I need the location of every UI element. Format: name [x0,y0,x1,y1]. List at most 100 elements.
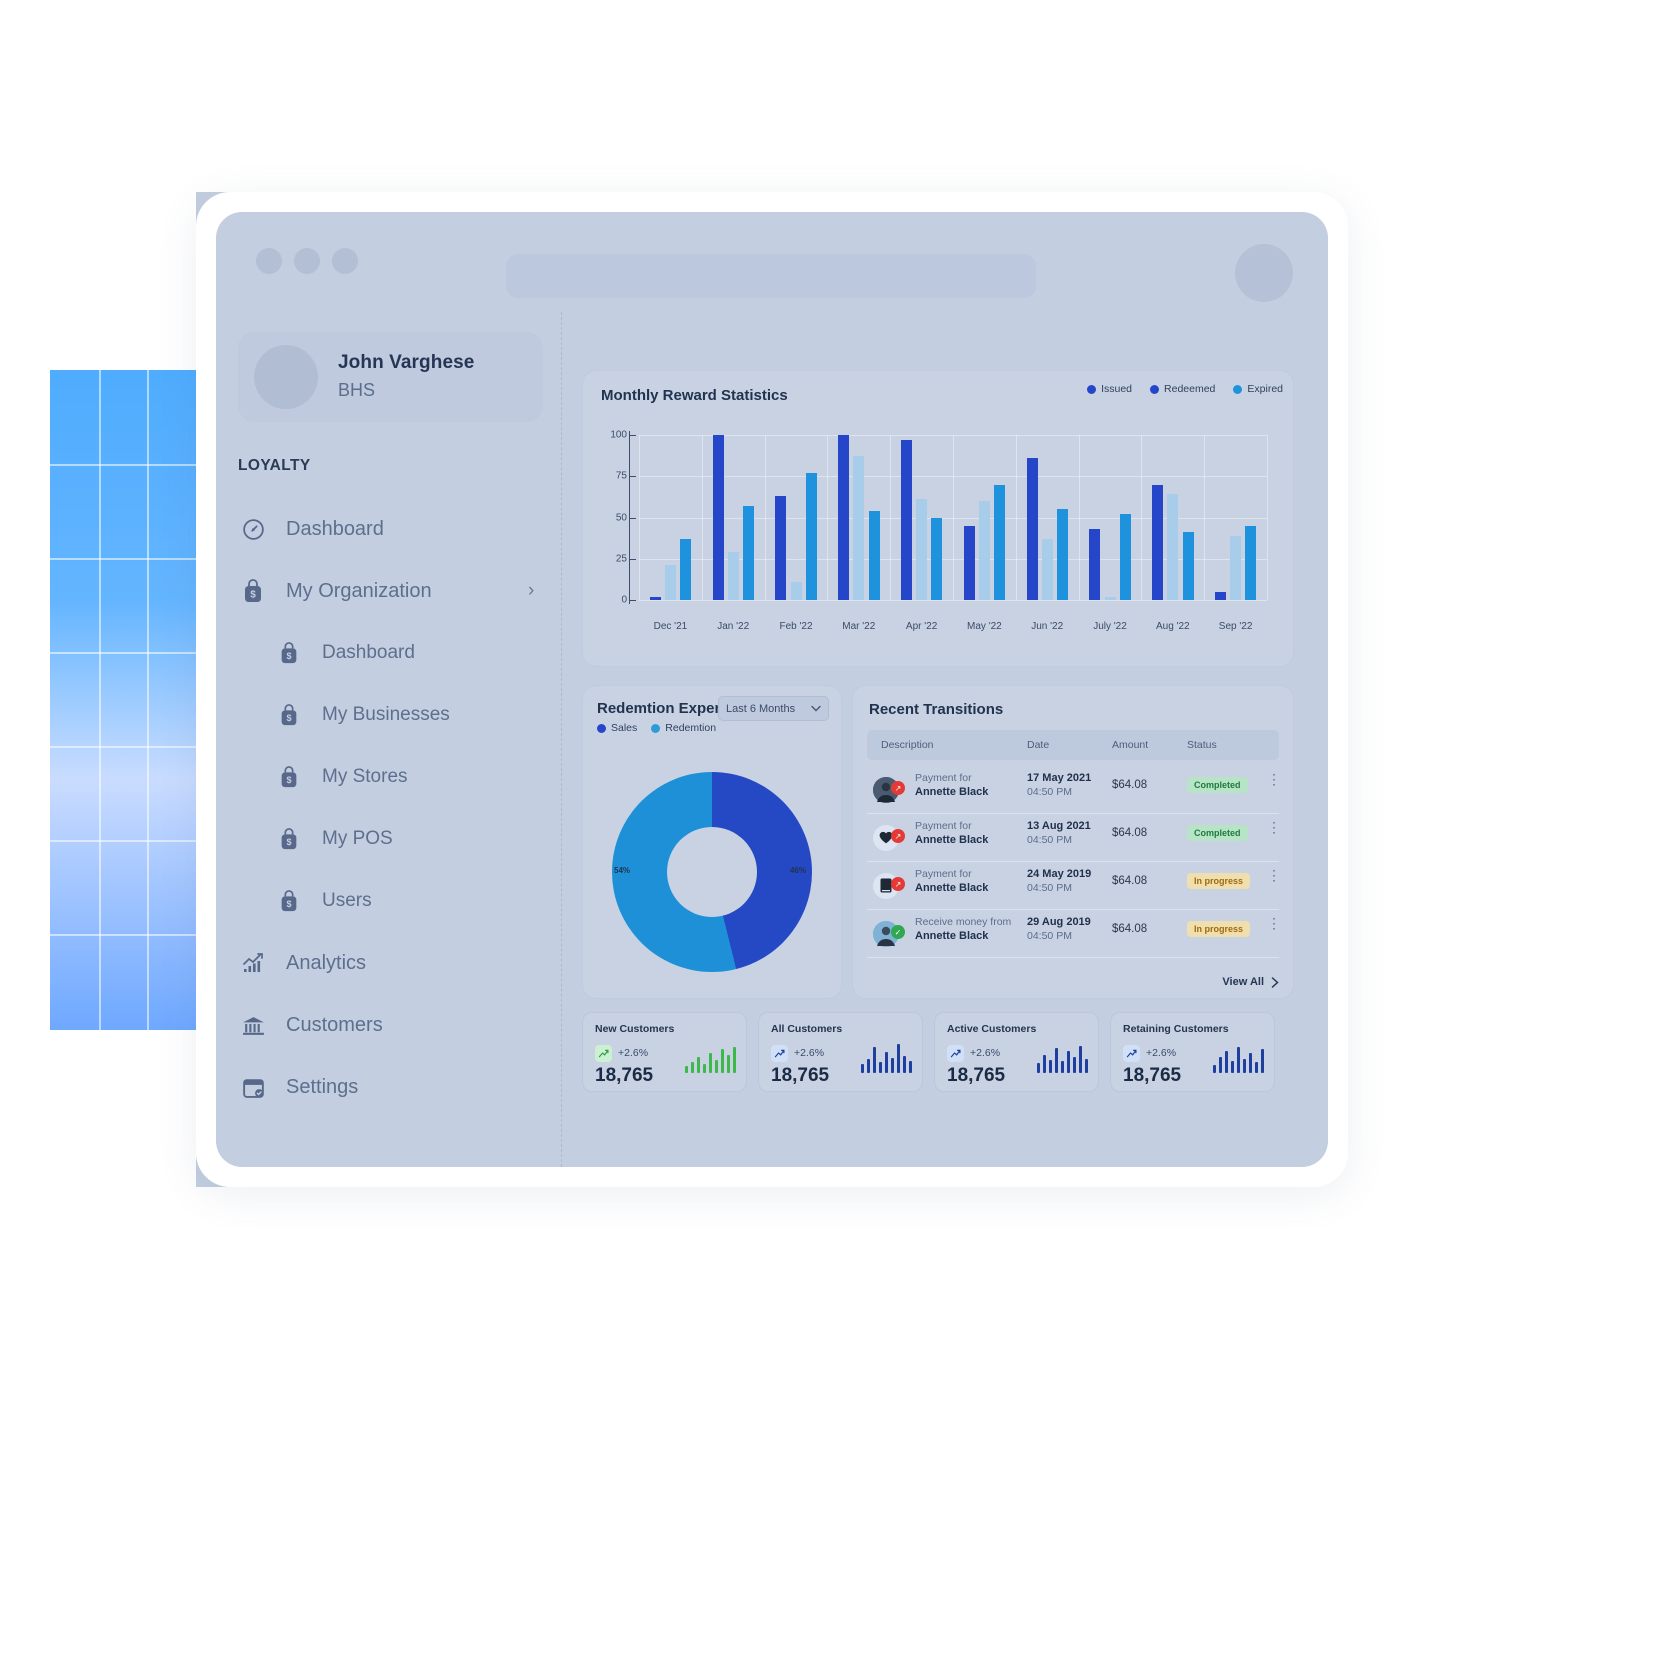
minimize-dot-icon[interactable] [294,248,320,274]
donut-label-redemtion: 54% [614,866,631,875]
sidebar-item-org-dashboard[interactable]: $ Dashboard [274,636,415,670]
bar[interactable] [1230,535,1242,600]
stat-card-retaining-customers[interactable]: Retaining Customers +2.6% 18,765 [1110,1012,1275,1092]
bar[interactable] [1026,458,1038,600]
table-row[interactable]: ✓ Receive money from Annette Black 29 Au… [867,910,1281,957]
row-more-menu[interactable]: ⋮ [1267,868,1281,882]
bar[interactable] [1119,514,1131,600]
bar[interactable] [1245,525,1257,600]
grid-line-h [50,934,196,936]
sidebar-item-dashboard[interactable]: Dashboard [238,512,384,546]
table-row[interactable]: ↗ Payment for Annette Black 24 May 2019 … [867,862,1281,909]
grid-line-v [147,370,150,1030]
sparkline [684,1041,736,1073]
bar[interactable] [1167,494,1179,600]
sidebar-item-label: Dashboard [322,642,415,663]
grid-line-v [890,435,892,600]
bar[interactable] [680,538,692,600]
bar[interactable] [853,456,865,600]
bar[interactable] [1152,484,1164,600]
sidebar-item-my-pos[interactable]: $ My POS [274,822,393,856]
stat-card-all-customers[interactable]: All Customers +2.6% 18,765 [758,1012,923,1092]
bar[interactable] [649,596,661,600]
bar[interactable] [664,565,676,600]
bar[interactable] [1182,532,1194,600]
sidebar-item-settings[interactable]: Settings [238,1070,358,1104]
bar[interactable] [994,484,1006,600]
bar[interactable] [1089,529,1101,600]
bar[interactable] [916,499,928,600]
sidebar-item-customers[interactable]: Customers [238,1008,383,1042]
grid-line [639,476,1267,478]
close-dot-icon[interactable] [256,248,282,274]
legend-item-redeemed[interactable]: Redeemed [1150,383,1215,395]
range-filter-select[interactable]: Last 6 Months [718,696,829,721]
row-description-top: Payment for [915,868,972,880]
address-bar[interactable] [506,254,1036,298]
row-amount: $64.08 [1112,827,1148,839]
sidebar-item-my-stores[interactable]: $ My Stores [274,760,408,794]
row-description-name: Annette Black [915,882,989,894]
sparkline [1036,1041,1088,1073]
view-all-button[interactable]: View All [1222,976,1279,988]
x-axis-tick: Jun '22 [1031,621,1064,632]
x-axis-tick: Jan '22 [717,621,750,632]
bar[interactable] [868,510,880,600]
row-divider [867,909,1279,910]
user-card[interactable]: John Varghese BHS [238,332,543,422]
stat-card-new-customers[interactable]: New Customers +2.6% 18,765 [582,1012,747,1092]
bar[interactable] [712,435,724,600]
legend-item-expired[interactable]: Expired [1233,383,1283,395]
maximize-dot-icon[interactable] [332,248,358,274]
bar[interactable] [727,552,739,600]
bar[interactable] [963,525,975,600]
row-more-menu[interactable]: ⋮ [1267,916,1281,930]
stat-card-active-customers[interactable]: Active Customers +2.6% 18,765 [934,1012,1099,1092]
stat-trend: +2.6% [794,1047,825,1059]
row-time: 04:50 PM [1027,882,1072,894]
bar[interactable] [1104,596,1116,600]
bar[interactable] [1056,509,1068,600]
user-organization: BHS [338,380,376,400]
bar[interactable] [931,517,943,600]
bar[interactable] [775,496,787,600]
chevron-right-icon[interactable]: › [528,580,534,602]
grid-line-v [1015,435,1017,600]
row-divider [867,861,1279,862]
bar[interactable] [742,505,754,600]
table-row[interactable]: ↗ Payment for Annette Black 17 May 2021 … [867,766,1281,813]
legend-label: Expired [1247,383,1283,395]
bar[interactable] [838,435,850,600]
user-name: John Varghese [338,352,475,373]
redemption-expense-card: Redemtion Expense Sales Redemtion Last 6… [582,685,842,999]
svg-text:$: $ [286,775,291,785]
sidebar-item-users[interactable]: $ Users [274,884,372,918]
bar[interactable] [805,472,817,600]
stat-value: 18,765 [947,1065,1006,1086]
row-amount: $64.08 [1112,875,1148,887]
legend-item-sales[interactable]: Sales [597,722,637,734]
bar[interactable] [790,581,802,600]
bar[interactable] [900,439,912,600]
gauge-icon [238,514,268,544]
chart-legend: Issued Redeemed Expired [1087,383,1283,395]
row-divider [867,813,1279,814]
bar[interactable] [1214,591,1226,600]
table-row[interactable]: ↗ Payment for Annette Black 13 Aug 2021 … [867,814,1281,861]
sidebar-item-my-businesses[interactable]: $ My Businesses [274,698,450,732]
profile-avatar-button[interactable] [1235,244,1293,302]
bar[interactable] [978,501,990,600]
row-more-menu[interactable]: ⋮ [1267,772,1281,786]
y-axis-tick: 100 [610,429,627,441]
row-more-menu[interactable]: ⋮ [1267,820,1281,834]
y-axis-tick: 75 [615,470,627,482]
legend-item-redemtion[interactable]: Redemtion [651,722,716,734]
stat-trend: +2.6% [618,1047,649,1059]
legend-item-issued[interactable]: Issued [1087,383,1132,395]
sidebar-item-my-organization[interactable]: $ My Organization › [238,574,534,608]
donut-ring[interactable] [612,772,812,972]
sidebar-item-analytics[interactable]: Analytics [238,946,366,980]
trend-up-icon [771,1045,788,1062]
arrow-up-right-red-icon: ↗ [891,781,905,795]
bar[interactable] [1041,538,1053,600]
